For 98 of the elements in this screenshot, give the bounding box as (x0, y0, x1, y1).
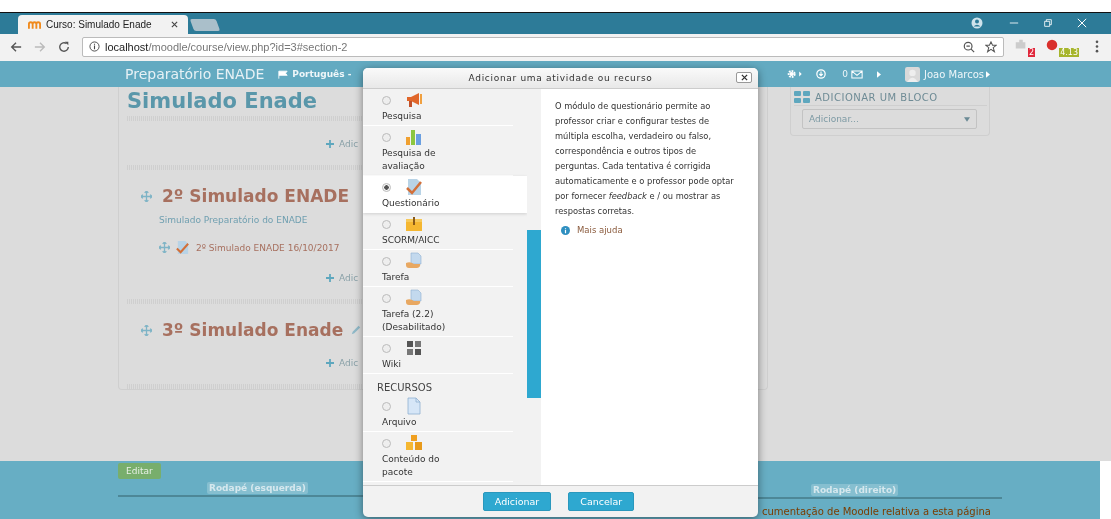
checked-document-icon (405, 178, 423, 196)
radio-button[interactable] (382, 343, 391, 353)
bar-chart-icon (405, 128, 423, 146)
hand-document-icon (405, 252, 423, 270)
radio-button[interactable] (382, 95, 391, 105)
reload-icon[interactable] (58, 40, 70, 53)
help-link[interactable]: Mais ajuda (561, 225, 623, 235)
section-title: 2º Simulado ENADE (162, 186, 349, 206)
activity-option[interactable]: Arquivo (363, 395, 513, 432)
avatar-icon (905, 66, 921, 82)
close-icon (740, 74, 748, 81)
radio-button[interactable] (382, 182, 391, 192)
envelope-icon (851, 69, 864, 79)
move-icon[interactable] (141, 190, 152, 202)
add-activity-link[interactable]: Adic (326, 358, 359, 368)
site-name[interactable]: Preparatório ENADE (125, 66, 265, 82)
menu-icon[interactable] (1095, 40, 1099, 53)
radio-button[interactable] (382, 132, 391, 142)
plus-icon (326, 274, 334, 282)
user-menu[interactable]: Joao Marcos (905, 66, 990, 82)
account-icon[interactable] (971, 17, 983, 29)
add-activity-link[interactable]: Adic (326, 139, 359, 149)
messages-menu[interactable]: 0 (842, 69, 864, 79)
option-label: Questionário (382, 197, 441, 210)
option-label: Wiki (382, 358, 402, 371)
extension-badge: 4.13 (1059, 47, 1079, 57)
move-icon[interactable] (159, 242, 170, 253)
documentation-link[interactable]: cumentação de Moodle relativa a esta página (762, 506, 991, 517)
megaphone-icon (405, 91, 423, 109)
footer-region-label: Rodapé (direito) (811, 484, 899, 496)
grid-icon (794, 91, 810, 103)
box-icon (405, 215, 423, 233)
activity-option[interactable]: SCORM/AICC (363, 213, 513, 250)
add-activity-link[interactable]: Adic (326, 273, 359, 283)
plus-icon (326, 359, 334, 367)
zoom-out-icon[interactable] (963, 40, 976, 53)
radio-button[interactable] (382, 438, 391, 448)
course-title: Simulado Enade (127, 88, 318, 113)
edit-button[interactable]: Editar (118, 463, 161, 479)
option-label: SCORM/AICC (382, 234, 441, 247)
info-icon (561, 225, 570, 235)
section-title: 3º Simulado Enade (162, 320, 344, 340)
plus-icon (326, 140, 334, 148)
option-label: Tarefa (2.2) (Desabilitado) (382, 308, 447, 334)
activity-option[interactable]: Conteúdo do pacote (363, 432, 513, 482)
block-title: ADICIONAR UM BLOCO (815, 91, 938, 103)
radio-button[interactable] (382, 401, 391, 411)
language-menu[interactable]: Português - (278, 69, 352, 79)
activity-link[interactable]: 2º Simulado ENADE 16/10/2017 (196, 242, 340, 253)
file-icon (405, 397, 423, 415)
activity-option[interactable]: Tarefa (2.2) (Desabilitado) (363, 287, 513, 337)
quiz-icon (175, 240, 190, 255)
extension-button[interactable]: 4.13 (1045, 36, 1079, 57)
radio-button[interactable] (382, 293, 391, 303)
tab-title: Curso: Simulado Enade (46, 19, 153, 30)
flag-icon (278, 69, 289, 79)
add-block-select[interactable]: Adicionar... (802, 109, 977, 129)
stacked-boxes-icon (405, 434, 423, 452)
dropdown-arrow-icon (964, 116, 970, 122)
dialog-button[interactable]: Cancelar (568, 492, 635, 511)
option-label: Pesquisa (382, 110, 423, 123)
caret-icon (986, 70, 990, 78)
pencil-icon[interactable] (351, 325, 362, 335)
move-icon[interactable] (141, 324, 152, 336)
download-icon[interactable] (816, 69, 827, 79)
new-tab-button[interactable] (189, 19, 221, 31)
extension-button[interactable]: 2 (1014, 36, 1036, 57)
option-label: Tarefa (382, 271, 411, 284)
dialog-button[interactable]: Adicionar (482, 492, 552, 511)
section-heading: RECURSOS (376, 381, 434, 395)
activity-option[interactable]: Wiki (363, 337, 513, 374)
section-summary: Simulado Preparatório do ENADE (159, 215, 308, 225)
back-arrow-icon[interactable] (10, 40, 22, 53)
option-label: Arquivo (382, 416, 418, 429)
info-icon (89, 41, 100, 52)
dialog-title: Adicionar uma atividade ou recurso (468, 73, 653, 83)
extension-badge: 2 (1028, 47, 1036, 57)
caret-icon (877, 70, 882, 78)
activity-option[interactable]: Tarefa (363, 250, 513, 287)
module-description: O módulo de questionário permite ao professor criar e configurar testes de múltipla escolha, verdadeiro ou falso, correspondência e outros tipos de perguntas. Cada tentativa é corrigida automaticamente e o professor pode optar por fornecer feedback e / ou mostrar as respostas corretas. (555, 100, 735, 218)
star-icon[interactable] (985, 40, 998, 53)
restore-icon[interactable] (1043, 18, 1053, 28)
close-button[interactable] (736, 72, 752, 83)
option-label: Conteúdo do pacote (382, 453, 441, 479)
puzzle-pieces-icon (405, 339, 423, 357)
radio-button[interactable] (382, 256, 391, 266)
footer-region-label: Rodapé (esquerda) (207, 482, 308, 494)
address-field[interactable]: localhost/moodle/course/view.php?id=3#section-2 (82, 36, 1005, 57)
close-icon[interactable] (171, 21, 178, 28)
browser-tab[interactable]: Curso: Simulado Enade (18, 15, 188, 34)
activity-option[interactable]: Questionário (363, 176, 527, 213)
option-label: Pesquisa de avaliação (382, 147, 437, 173)
activity-option[interactable]: Pesquisa (363, 89, 513, 126)
url-text: localhost/moodle/course/view.php?id=3#section-2 (105, 40, 348, 53)
forward-arrow-icon[interactable] (34, 40, 46, 53)
hand-document-icon (405, 289, 423, 307)
scrollbar-thumb[interactable] (527, 230, 541, 398)
radio-button[interactable] (382, 219, 391, 229)
